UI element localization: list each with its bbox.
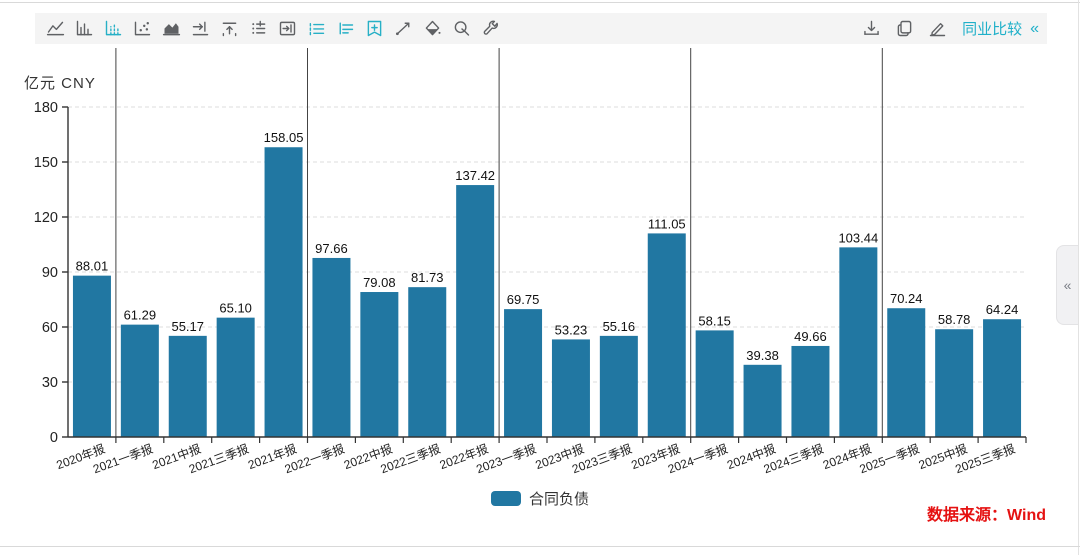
bar[interactable]	[695, 330, 734, 437]
y-tick-label: 30	[42, 375, 58, 391]
bar-value-label: 69.75	[507, 292, 540, 307]
bar[interactable]	[408, 287, 447, 437]
bar-value-label: 55.17	[171, 319, 204, 334]
y-tick-label: 120	[34, 210, 58, 226]
bar[interactable]	[743, 364, 782, 437]
bar[interactable]	[647, 233, 686, 437]
bar[interactable]	[168, 335, 207, 437]
bar[interactable]	[312, 257, 351, 437]
data-source-label: 数据来源：Wind	[927, 507, 1046, 524]
bar-value-label: 88.01	[76, 259, 109, 274]
bottom-divider	[0, 546, 1080, 547]
legend-swatch[interactable]	[490, 491, 521, 506]
bar[interactable]	[504, 309, 543, 437]
y-tick-label: 150	[34, 155, 58, 171]
bar-value-label: 55.16	[603, 319, 636, 334]
bar-value-label: 81.73	[411, 270, 444, 285]
bar[interactable]	[791, 345, 830, 437]
y-tick-label: 60	[42, 320, 58, 336]
bar-value-label: 39.38	[746, 348, 779, 363]
bar-value-label: 158.05	[264, 130, 304, 145]
bar-value-label: 79.08	[363, 275, 396, 290]
y-tick-label: 0	[50, 430, 58, 446]
bar-value-label: 64.24	[986, 302, 1019, 317]
y-tick-label: 90	[42, 265, 58, 281]
legend-label[interactable]: 合同负债	[529, 488, 589, 509]
bar[interactable]	[935, 329, 974, 437]
bar-value-label: 111.05	[648, 216, 686, 231]
bar[interactable]	[599, 335, 638, 437]
chart-legend: 合同负债	[0, 488, 1080, 509]
bar[interactable]	[120, 324, 159, 437]
bar[interactable]	[456, 185, 495, 437]
chart-widget: 同业比较 « 亿元 CNY 88.01 61.29 55.17 65.10 158.05…	[0, 0, 1080, 555]
right-divider	[1078, 0, 1079, 555]
bar[interactable]	[839, 247, 878, 437]
panel-collapse-chevron-icon: «	[1063, 277, 1072, 293]
bar-value-label: 70.24	[890, 291, 923, 306]
bar[interactable]	[216, 317, 255, 437]
bar-value-label: 137.42	[455, 168, 495, 183]
bar-value-label: 65.10	[219, 301, 252, 316]
side-panel-collapse-handle[interactable]: «	[1056, 245, 1078, 325]
bar-value-label: 103.44	[838, 230, 878, 245]
bar-value-label: 97.66	[315, 241, 348, 256]
bar[interactable]	[360, 292, 399, 437]
bar-chart-canvas: 88.01 61.29 55.17 65.10 158.05 97.66 79.08 81.7…	[34, 48, 1027, 476]
bar[interactable]	[72, 275, 111, 437]
bar[interactable]	[264, 147, 303, 437]
bar[interactable]	[983, 319, 1022, 437]
bar[interactable]	[887, 308, 926, 437]
bar-value-label: 53.23	[555, 322, 588, 337]
bar-value-label: 58.78	[938, 312, 971, 327]
y-tick-label: 180	[34, 100, 58, 116]
bar-value-label: 49.66	[794, 329, 827, 344]
bar-value-label: 61.29	[124, 308, 157, 323]
bar[interactable]	[551, 339, 590, 437]
bar-value-label: 58.15	[698, 313, 731, 328]
